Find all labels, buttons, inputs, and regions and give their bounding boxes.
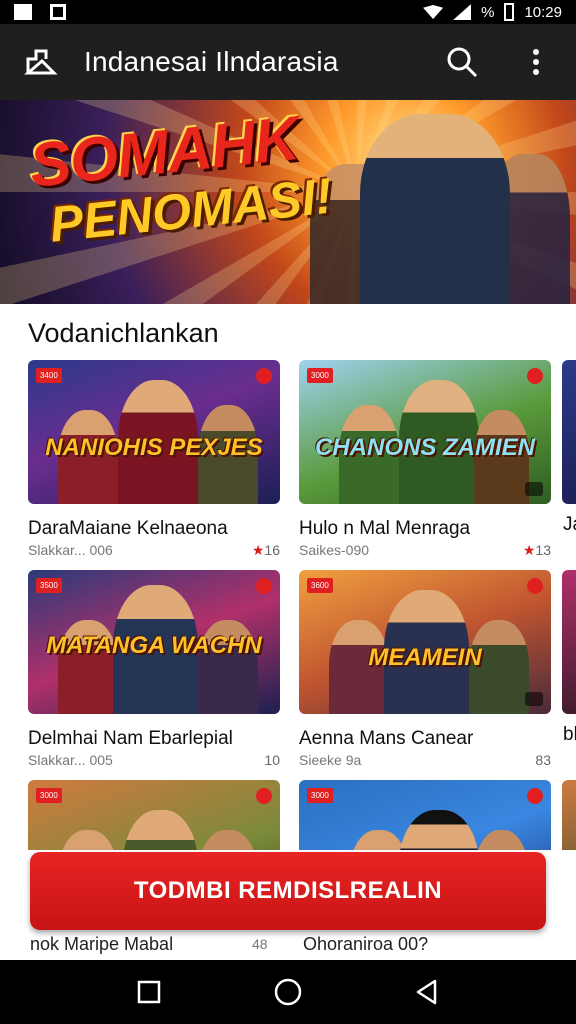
- search-icon[interactable]: [442, 42, 482, 82]
- game-card[interactable]: 3000 CHANONS ZAMIEN Hulo n Mal Menraga S…: [299, 360, 551, 559]
- promo-banner[interactable]: SOMAHK PENOMASI!: [0, 100, 576, 304]
- game-card[interactable]: 3500 MATANGA WACHN Delmhai Nam Ebarlepia…: [28, 570, 280, 768]
- system-nav-bar: [0, 960, 576, 1024]
- signal-icon: [453, 4, 472, 20]
- card-meta: Slakkar... 005: [28, 752, 113, 768]
- more-options-icon[interactable]: [516, 42, 556, 82]
- card-name: nok Maripe Mabal 48: [30, 934, 268, 955]
- game-card[interactable]: 3600 MEAMEIN Aenna Mans Canear Sieeke 9a…: [299, 570, 551, 768]
- camera-icon: [525, 482, 543, 496]
- cta-button[interactable]: TODMBI REMDISLREALIN: [30, 852, 546, 930]
- favorite-icon[interactable]: [527, 788, 543, 804]
- image-notification-icon: [50, 4, 66, 20]
- thumbnail-title: CHANONS ZAMIEN: [315, 434, 535, 461]
- favorite-icon[interactable]: [256, 578, 272, 594]
- card-name: Delmhai Nam Ebarlepial: [28, 728, 233, 749]
- wifi-icon: [423, 5, 444, 19]
- recent-apps-icon[interactable]: [129, 972, 169, 1012]
- game-thumbnail[interactable]: 3500 MATANGA WACHN: [28, 570, 280, 714]
- battery-icon: [504, 3, 515, 21]
- next-card-peek[interactable]: [562, 570, 576, 714]
- app-logo-icon[interactable]: [22, 43, 60, 81]
- home-icon[interactable]: [268, 972, 308, 1012]
- status-time: 10:29: [524, 3, 562, 21]
- notification-icon: [14, 4, 32, 20]
- card-name: Ohoraniroa 00?: [303, 934, 428, 955]
- game-thumbnail[interactable]: 3400 NANIOHIS PEXJES: [28, 360, 280, 504]
- peek-label: bl: [563, 724, 576, 745]
- app-bar: Indanesai Ilndarasia: [0, 24, 576, 100]
- card-badge: 3000: [36, 788, 62, 803]
- card-rating: 10: [264, 752, 280, 768]
- banner-headline: SOMAHK PENOMASI!: [26, 104, 334, 253]
- card-meta: Slakkar... 006: [28, 542, 113, 558]
- banner-hero-character: [360, 114, 510, 304]
- card-badge: 3000: [307, 788, 333, 803]
- game-card[interactable]: 3400 NANIOHIS PEXJES DaraMaiane Kelnaeon…: [28, 360, 280, 559]
- thumbnail-title: MATANGA WACHN: [46, 632, 262, 659]
- card-name-text: Ohoraniroa 00?: [303, 934, 429, 954]
- favorite-icon[interactable]: [256, 788, 272, 804]
- star-icon: ★: [522, 542, 536, 558]
- game-thumbnail[interactable]: 3000 CHANONS ZAMIEN: [299, 360, 551, 504]
- peek-label: Ja: [563, 514, 576, 535]
- status-bar: % 10:29: [0, 0, 576, 24]
- favorite-icon[interactable]: [527, 578, 543, 594]
- card-rating: 83: [535, 752, 551, 768]
- next-card-peek[interactable]: [562, 360, 576, 504]
- card-name: Aenna Mans Canear: [299, 728, 474, 749]
- card-badge: 3500: [36, 578, 62, 593]
- card-badge: 3400: [36, 368, 62, 383]
- section-title: Vodanichlankan: [28, 318, 219, 348]
- screen: % 10:29 Indanesai Ilndarasia SOMAHK PENO…: [0, 0, 576, 1024]
- thumbnail-title: MEAMEIN: [368, 644, 482, 671]
- card-name: DaraMaiane Kelnaeona: [28, 518, 228, 539]
- thumbnail-title: NANIOHIS PEXJES: [45, 434, 263, 461]
- card-rating: 48: [252, 936, 268, 952]
- game-thumbnail[interactable]: 3600 MEAMEIN: [299, 570, 551, 714]
- app-title: Indanesai Ilndarasia: [84, 46, 339, 77]
- battery-text: %: [481, 3, 495, 21]
- camera-icon: [525, 692, 543, 706]
- star-icon: ★: [251, 542, 265, 558]
- card-badge: 3600: [307, 578, 333, 593]
- favorite-icon[interactable]: [256, 368, 272, 384]
- back-icon[interactable]: [407, 972, 447, 1012]
- favorite-icon[interactable]: [527, 368, 543, 384]
- card-meta: Sieeke 9a: [299, 752, 362, 768]
- card-name-text: nok Maripe Mabal: [30, 934, 174, 954]
- card-rating: 13: [535, 542, 551, 558]
- card-meta: Saikes-090: [299, 542, 370, 558]
- card-rating: 16: [264, 542, 280, 558]
- card-badge: 3000: [307, 368, 333, 383]
- card-name: Hulo n Mal Menraga: [299, 518, 471, 539]
